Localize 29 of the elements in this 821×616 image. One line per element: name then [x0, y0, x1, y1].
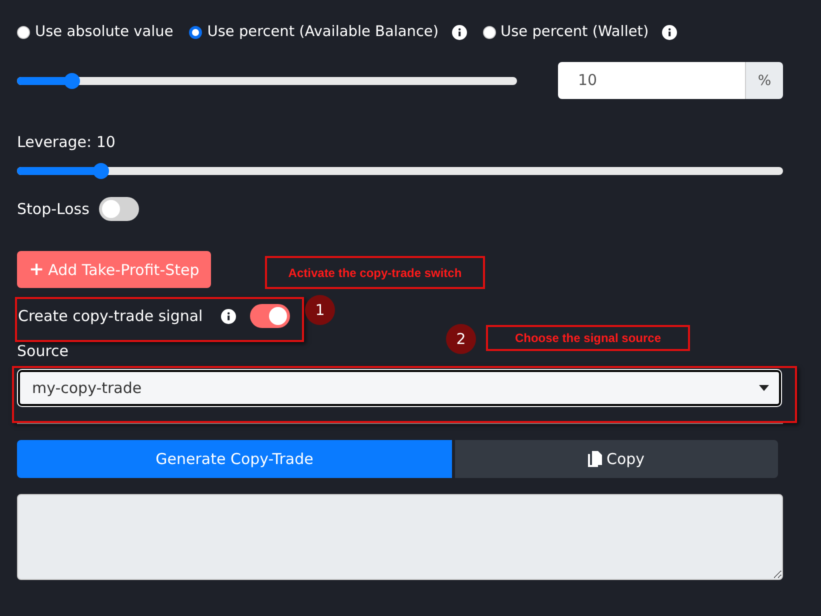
annotation-callout: Choose the signal source [486, 325, 690, 351]
step-number: 2 [446, 324, 476, 354]
generate-button[interactable]: Generate Copy-Trade [17, 440, 452, 478]
slider-thumb[interactable] [64, 72, 80, 88]
unit-addon: % [745, 62, 783, 99]
radio-label[interactable]: Use percent (Wallet) [500, 24, 649, 40]
slider-thumb[interactable] [93, 163, 110, 179]
info-icon[interactable] [220, 308, 236, 324]
copy-button[interactable]: Copy [455, 440, 778, 478]
radio-label[interactable]: Use absolute value [35, 24, 174, 40]
amount-input[interactable]: 10 % [558, 62, 783, 99]
leverage-label: Leverage: 10 [17, 133, 116, 151]
stop-loss-switch[interactable] [99, 197, 140, 221]
radio-button[interactable] [189, 26, 202, 38]
stop-loss-label: Stop-Loss [17, 200, 90, 218]
radio-button[interactable] [17, 26, 30, 38]
copy-icon [588, 451, 602, 467]
step-number: 1 [305, 295, 335, 325]
caret-icon [759, 385, 769, 391]
info-icon[interactable] [452, 24, 466, 40]
radio-button[interactable] [482, 26, 496, 38]
source-label: Source [17, 342, 69, 360]
amount-value: 10 [558, 62, 745, 99]
annotation-callout: Activate the copy-trade switch [265, 256, 485, 289]
copy-trade-label: Create copy-trade signal [18, 307, 203, 325]
source-select[interactable]: my-copy-trade [18, 370, 781, 406]
info-icon[interactable] [662, 24, 677, 40]
copy-trade-switch[interactable] [250, 304, 290, 328]
radio-label[interactable]: Use percent (Available Balance) [207, 24, 438, 40]
